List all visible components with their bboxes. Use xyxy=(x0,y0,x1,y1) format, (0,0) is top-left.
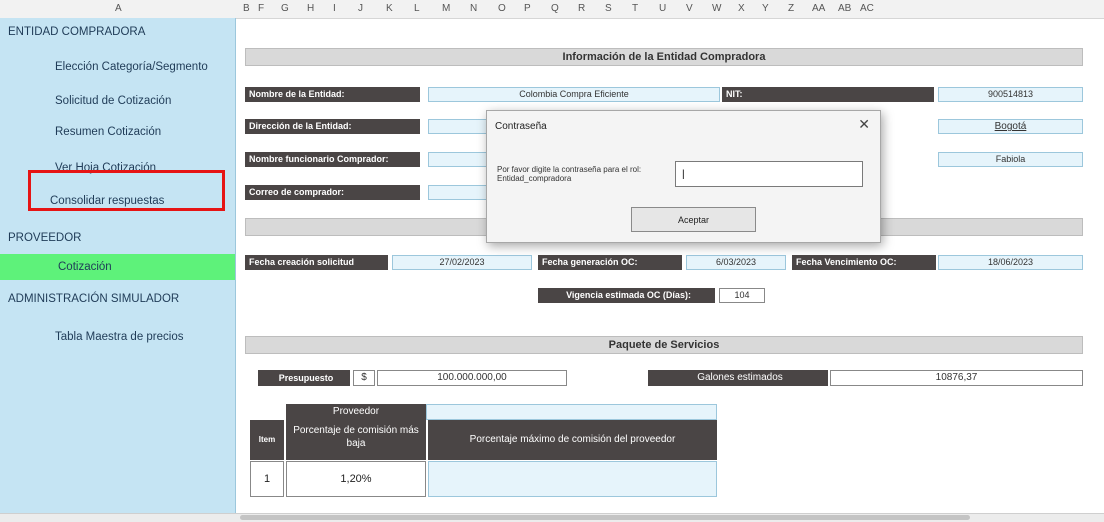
column-header[interactable]: A xyxy=(115,3,122,14)
column-header[interactable]: S xyxy=(605,3,612,14)
column-header[interactable]: AC xyxy=(860,3,874,14)
label-direccion: Dirección de la Entidad: xyxy=(245,119,420,134)
column-header[interactable]: K xyxy=(386,3,393,14)
label-funcionario: Nombre funcionario Comprador: xyxy=(245,152,420,167)
column-header[interactable]: V xyxy=(686,3,693,14)
dialog-title: Contraseña xyxy=(495,121,547,132)
column-header[interactable]: P xyxy=(524,3,531,14)
column-header[interactable]: F xyxy=(258,3,264,14)
sidebar-item-tabla-maestra-precios[interactable]: Tabla Maestra de precios xyxy=(0,324,235,350)
table-cell-comision[interactable]: 1,20% xyxy=(286,461,426,497)
label-fecha-vencimiento: Fecha Vencimiento OC: xyxy=(792,255,936,270)
column-header[interactable]: I xyxy=(333,3,336,14)
sidebar-item-label: Resumen Cotización xyxy=(55,126,162,138)
section-header-paquete: Paquete de Servicios xyxy=(245,336,1083,354)
currency-symbol: $ xyxy=(353,370,375,386)
column-header[interactable]: H xyxy=(307,3,314,14)
column-header[interactable]: M xyxy=(442,3,450,14)
field-presupuesto[interactable]: 100.000.000,00 xyxy=(377,370,567,386)
label-vigencia: Vigencia estimada OC (Días): xyxy=(538,288,715,303)
column-header[interactable]: G xyxy=(281,3,289,14)
field-fecha-vencimiento[interactable]: 18/06/2023 xyxy=(938,255,1083,270)
column-header[interactable]: L xyxy=(414,3,420,14)
label-galones: Galones estimados xyxy=(648,370,828,386)
sidebar-item-label: Tabla Maestra de precios xyxy=(55,331,184,343)
column-header[interactable]: B xyxy=(243,3,250,14)
column-header[interactable]: AB xyxy=(838,3,851,14)
column-header[interactable]: U xyxy=(659,3,666,14)
section-administracion-simulador: ADMINISTRACIÓN SIMULADOR xyxy=(8,293,180,305)
table-cell-item: 1 xyxy=(250,461,284,497)
sidebar-item-label: Cotización xyxy=(58,261,112,273)
section-header-entidad: Información de la Entidad Compradora xyxy=(245,48,1083,66)
password-input[interactable] xyxy=(675,161,863,187)
password-dialog: Contraseña ✕ Por favor digite la contras… xyxy=(486,110,881,243)
section-proveedor: PROVEEDOR xyxy=(8,232,82,244)
label-presupuesto: Presupuesto xyxy=(258,370,350,386)
table-header-comision-baja: Porcentaje de comisión más baja xyxy=(286,420,426,460)
column-headers: A B F G H I J K L M N O P Q R S T U V W … xyxy=(0,0,1104,19)
label-nit: NIT: xyxy=(722,87,934,102)
table-header-item: Item xyxy=(250,420,284,460)
label-nombre-entidad: Nombre de la Entidad: xyxy=(245,87,420,102)
column-header[interactable]: N xyxy=(470,3,477,14)
close-icon[interactable]: ✕ xyxy=(858,116,870,133)
sidebar-item-resumen-cotizacion[interactable]: Resumen Cotización xyxy=(0,119,235,145)
sidebar-item-cotizacion[interactable]: Cotización xyxy=(0,254,235,280)
column-header[interactable]: Q xyxy=(551,3,559,14)
label-fecha-generacion: Fecha generación OC: xyxy=(538,255,682,270)
field-vigencia[interactable]: 104 xyxy=(719,288,765,303)
highlight-box xyxy=(28,170,225,211)
field-nombre-entidad[interactable]: Colombia Compra Eficiente xyxy=(428,87,720,102)
field-funcionario-nombre[interactable]: Fabiola xyxy=(938,152,1083,167)
column-header[interactable]: AA xyxy=(812,3,825,14)
field-ciudad[interactable]: Bogotá xyxy=(938,119,1083,134)
sidebar-item-solicitud-cotizacion[interactable]: Solicitud de Cotización xyxy=(0,88,235,114)
label-correo: Correo de comprador: xyxy=(245,185,420,200)
field-nit[interactable]: 900514813 xyxy=(938,87,1083,102)
field-galones[interactable]: 10876,37 xyxy=(830,370,1083,386)
column-header[interactable]: O xyxy=(498,3,506,14)
column-header[interactable]: J xyxy=(358,3,363,14)
field-proveedor[interactable] xyxy=(426,404,717,420)
sidebar-item-eleccion-categoria[interactable]: Elección Categoría/Segmento xyxy=(0,54,235,80)
label-fecha-creacion: Fecha creación solicitud xyxy=(245,255,388,270)
accept-button[interactable]: Aceptar xyxy=(631,207,756,232)
field-direccion[interactable] xyxy=(428,119,488,134)
sidebar-item-label: Solicitud de Cotización xyxy=(55,95,172,107)
field-funcionario[interactable] xyxy=(428,152,488,167)
dialog-message: Por favor digite la contraseña para el r… xyxy=(497,165,642,183)
section-entidad-compradora: ENTIDAD COMPRADORA xyxy=(8,26,146,38)
table-cell-comision-maxima[interactable] xyxy=(428,461,717,497)
table-header-comision-maxima: Porcentaje máximo de comisión del provee… xyxy=(428,420,717,460)
sidebar-item-label: Elección Categoría/Segmento xyxy=(55,61,208,73)
field-fecha-creacion[interactable]: 27/02/2023 xyxy=(392,255,532,270)
field-fecha-generacion[interactable]: 6/03/2023 xyxy=(686,255,786,270)
field-correo[interactable] xyxy=(428,185,488,200)
sidebar: ENTIDAD COMPRADORA Elección Categoría/Se… xyxy=(0,18,236,513)
column-header[interactable]: Y xyxy=(762,3,769,14)
column-header[interactable]: T xyxy=(632,3,638,14)
table-header-proveedor: Proveedor xyxy=(286,404,426,420)
column-header[interactable]: R xyxy=(578,3,585,14)
column-header[interactable]: Z xyxy=(788,3,794,14)
column-header[interactable]: X xyxy=(738,3,745,14)
scrollbar-thumb[interactable] xyxy=(240,515,970,520)
column-header[interactable]: W xyxy=(712,3,721,14)
